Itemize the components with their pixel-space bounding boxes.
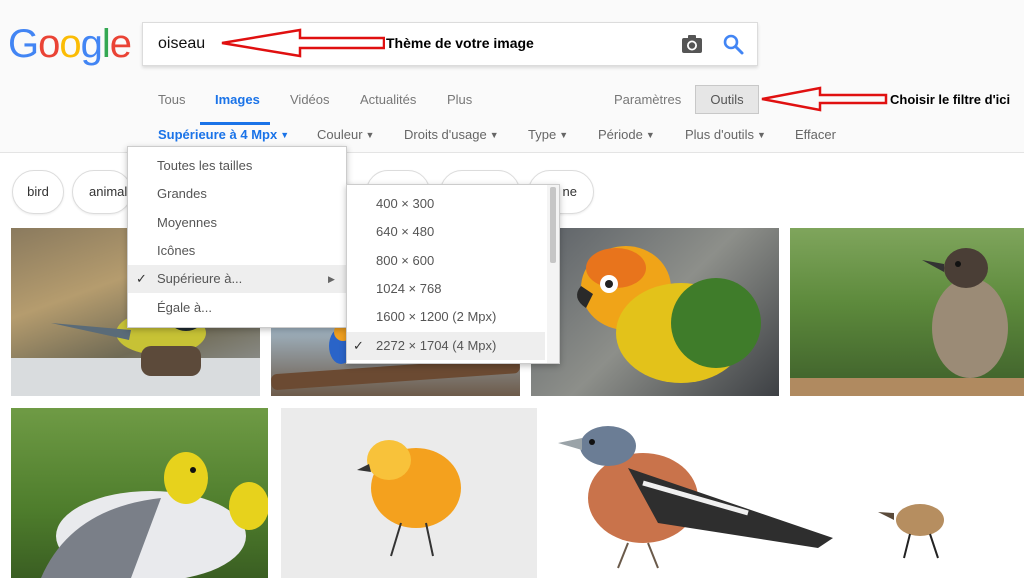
chevron-down-icon: ▼ (280, 130, 290, 140)
filter-clear[interactable]: Effacer (795, 127, 836, 142)
menu-item-larger-than[interactable]: ✓ Supérieure à... ▶ (128, 265, 346, 293)
size-submenu: 400 × 300 640 × 480 800 × 600 1024 × 768… (346, 184, 560, 364)
lapwing-image (41, 452, 268, 578)
size-dropdown-menu: Toutes les tailles Grandes Moyennes Icôn… (127, 146, 347, 328)
submenu-item-400x300[interactable]: 400 × 300 (347, 190, 547, 218)
tab-news[interactable]: Actualités (360, 92, 416, 107)
checkmark-icon: ✓ (353, 338, 364, 353)
filter-period-label: Période (598, 127, 643, 142)
filter-rights[interactable]: Droits d'usage ▼ (404, 127, 499, 142)
tab-all[interactable]: Tous (158, 92, 185, 107)
submenu-item-2272x1704[interactable]: ✓ 2272 × 1704 (4 Mpx) (347, 332, 545, 360)
image-result-bird-conure[interactable] (531, 228, 779, 396)
submenu-item-640x480[interactable]: 640 × 480 (347, 218, 547, 246)
chevron-down-icon: ▼ (365, 130, 375, 140)
menu-item-all-sizes[interactable]: Toutes les tailles (128, 152, 346, 180)
filter-color[interactable]: Couleur ▼ (317, 127, 374, 142)
submenu-item-1600x1200[interactable]: 1600 × 1200 (2 Mpx) (347, 303, 547, 331)
submenu-item-2272x1704-label: 2272 × 1704 (4 Mpx) (376, 338, 497, 353)
filter-period[interactable]: Période ▼ (598, 127, 655, 142)
menu-item-large[interactable]: Grandes (128, 180, 346, 208)
google-logo[interactable]: Google (8, 20, 132, 68)
paper-bird-image (357, 440, 461, 557)
filter-type[interactable]: Type ▼ (528, 127, 568, 142)
chevron-down-icon: ▼ (489, 130, 499, 140)
filter-type-label: Type (528, 127, 557, 142)
bulbul-image (790, 248, 1024, 396)
filter-more-tools-label: Plus d'outils (685, 127, 754, 142)
menu-item-icons[interactable]: Icônes (128, 237, 346, 265)
filter-rights-label: Droits d'usage (404, 127, 487, 142)
conure-image (577, 246, 761, 383)
submenu-item-800x600[interactable]: 800 × 600 (347, 247, 547, 275)
settings-link[interactable]: Paramètres (614, 92, 681, 107)
annotation-theme: Thème de votre image (386, 35, 534, 51)
menu-item-medium[interactable]: Moyennes (128, 209, 346, 237)
annotation-arrow-tools (761, 86, 888, 112)
filter-size-label: Supérieure à 4 Mpx (158, 127, 278, 142)
active-tab-indicator (200, 122, 270, 125)
chevron-down-icon: ▼ (756, 130, 766, 140)
image-result-bird-lapwing[interactable] (11, 408, 268, 578)
submenu-item-1024x768[interactable]: 1024 × 768 (347, 275, 547, 303)
tab-more[interactable]: Plus (447, 92, 472, 107)
search-icon[interactable] (721, 32, 745, 56)
image-result-bird-paper[interactable] (281, 408, 537, 578)
camera-icon[interactable] (681, 33, 703, 55)
header: Google oiseau Thème de votre image Tous … (0, 0, 1024, 153)
filter-color-label: Couleur (317, 127, 363, 142)
checkmark-icon: ✓ (136, 271, 147, 286)
tab-images[interactable]: Images (215, 92, 260, 107)
menu-item-exact[interactable]: Égale à... (128, 294, 346, 322)
chevron-down-icon: ▼ (645, 130, 655, 140)
chevron-down-icon: ▼ (559, 130, 569, 140)
annotation-arrow-left (221, 28, 385, 58)
chaffinch-image (558, 426, 944, 569)
submenu-scroll-thumb[interactable] (550, 187, 556, 263)
chevron-right-icon: ▶ (328, 274, 335, 284)
image-result-bird-bulbul[interactable] (790, 228, 1024, 396)
annotation-filter: Choisir le filtre d'ici (890, 92, 1011, 107)
image-result-bird-chaffinch[interactable] (548, 408, 1024, 578)
search-input[interactable]: oiseau (158, 35, 205, 53)
submenu-scrollbar[interactable] (547, 185, 559, 363)
menu-item-larger-than-label: Supérieure à... (157, 271, 243, 286)
chip-animal[interactable]: animal (72, 170, 132, 214)
chip-bird[interactable]: bird (12, 170, 64, 214)
tools-button[interactable]: Outils (695, 85, 759, 114)
filter-size[interactable]: Supérieure à 4 Mpx ▼ (158, 127, 289, 142)
tab-videos[interactable]: Vidéos (290, 92, 330, 107)
filter-more-tools[interactable]: Plus d'outils ▼ (685, 127, 766, 142)
